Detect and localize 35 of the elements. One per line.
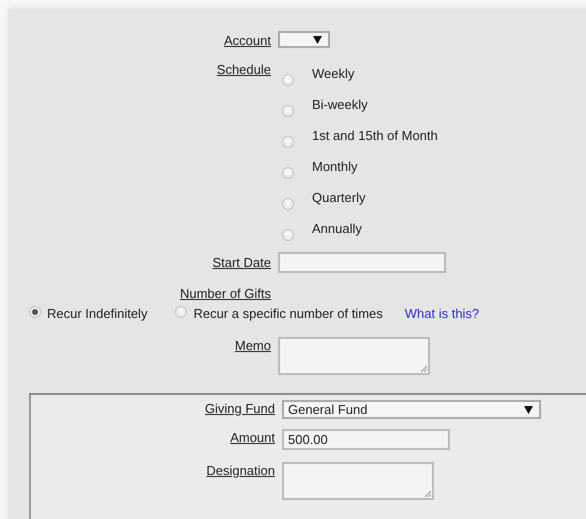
option-label[interactable]: 1st and 15th of Month [312, 128, 438, 143]
radio-button[interactable] [282, 136, 294, 148]
resize-grip-icon[interactable] [421, 366, 427, 372]
radio-button[interactable] [282, 166, 294, 178]
giving-fund-label: Giving Fund [204, 400, 275, 416]
radio-button[interactable] [282, 228, 294, 240]
option-label[interactable]: Recur Indefinitely [47, 306, 148, 321]
designation-field[interactable] [282, 462, 434, 500]
number-of-gifts-label: Number of Gifts [180, 285, 271, 301]
memo-label: Memo [234, 337, 271, 353]
help-link[interactable]: What is this? [404, 306, 480, 321]
designation-label: Designation [206, 462, 275, 478]
amount-label: Amount [230, 429, 275, 445]
resize-grip-icon[interactable] [425, 491, 431, 497]
start-date-field[interactable] [278, 252, 446, 273]
radio-button[interactable] [29, 306, 41, 318]
radio-button[interactable] [175, 306, 188, 318]
account-label: Account [224, 32, 271, 48]
option-label[interactable]: Recur a specific number of times [193, 306, 383, 321]
schedule-label: Schedule [216, 61, 271, 77]
caret-icon [524, 406, 533, 414]
radio-button[interactable] [282, 198, 294, 210]
giving-fund-dropdown[interactable]: General Fund [282, 400, 541, 419]
start-date-label: Start Date [212, 254, 271, 270]
option-label[interactable]: Annually [312, 221, 362, 236]
radio-button[interactable] [282, 104, 294, 116]
option-label[interactable]: Weekly [312, 66, 354, 81]
account-dropdown[interactable] [278, 31, 330, 48]
caret-icon [313, 36, 322, 44]
option-label[interactable]: Bi-weekly [312, 97, 368, 112]
memo-field[interactable] [278, 337, 430, 375]
option-label[interactable]: Quarterly [312, 190, 366, 205]
amount-field[interactable]: 500.00 [282, 429, 450, 450]
option-label[interactable]: Monthly [312, 159, 358, 174]
radio-button[interactable] [282, 74, 294, 86]
